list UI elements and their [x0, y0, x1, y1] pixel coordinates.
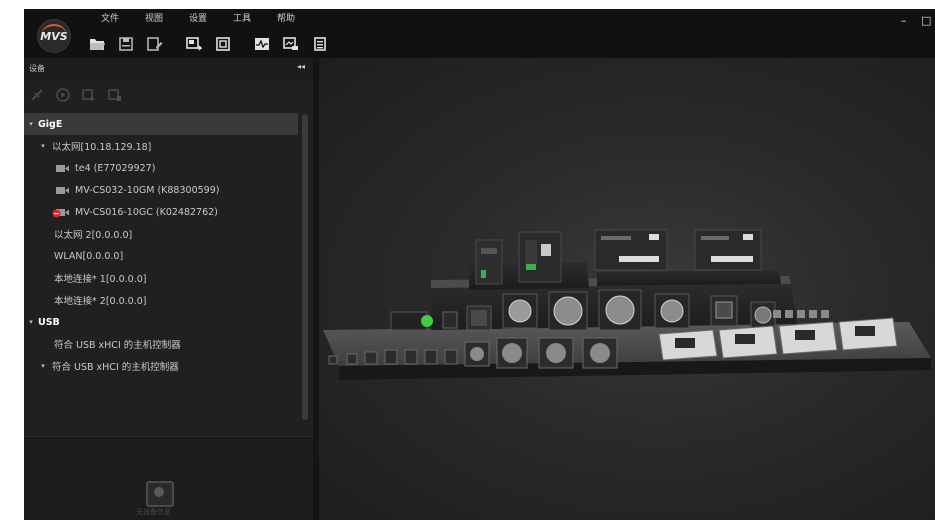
tree-item-label: MV-CS032-10GM (K88300599) — [75, 184, 220, 196]
chevron-down-icon[interactable]: ▾ — [38, 142, 48, 150]
tree-item-wlan[interactable]: WLAN[0.0.0.0] — [24, 245, 298, 267]
minimize-button[interactable]: – — [901, 15, 907, 27]
collapse-panel-button[interactable]: ◂◂ — [297, 62, 305, 71]
save-as-icon[interactable] — [146, 36, 164, 52]
tree-item-label: 本地连接* 1[0.0.0.0] — [54, 274, 147, 285]
save-icon[interactable] — [117, 36, 135, 52]
title-bar: MVS 文件 视图 设置 工具 帮助 – □ — [24, 9, 935, 58]
tree-item-label: 符合 USB xHCI 的主机控制器 — [52, 362, 179, 373]
waveform-icon[interactable] — [253, 36, 271, 52]
list-icon[interactable] — [311, 36, 329, 52]
maximize-button[interactable]: □ — [921, 15, 931, 27]
device-panel-title: 设备 — [29, 64, 45, 73]
tree-item-gige[interactable]: ▾ GigE — [24, 113, 298, 135]
menu-settings[interactable]: 设置 — [176, 12, 220, 26]
preview-area — [319, 58, 935, 520]
device-placeholder-icon — [146, 481, 174, 507]
play-icon[interactable] — [54, 86, 72, 104]
camera-error-icon — [52, 208, 70, 217]
tree-item-label: 以太网[10.18.129.18] — [52, 142, 152, 153]
menu-tools[interactable]: 工具 — [220, 12, 264, 26]
tree-item-label: 以太网 2[0.0.0.0] — [54, 230, 133, 241]
tree-item-camera-cs016[interactable]: MV-CS016-10GC (K02482762) — [24, 201, 298, 223]
tree-item-label: 本地连接* 2[0.0.0.0] — [54, 296, 147, 307]
app-logo: MVS — [37, 19, 71, 53]
folder-open-icon[interactable] — [88, 36, 106, 52]
device-panel: 设备 ◂◂ ▾ GigE ▾ 以太网[10.18.129.18] te4 (E7… — [24, 58, 313, 520]
image-monitor-icon[interactable] — [282, 36, 300, 52]
tree-item-local-2[interactable]: 本地连接* 2[0.0.0.0] — [24, 289, 298, 311]
camera-icon — [56, 164, 70, 173]
tree-item-local-1[interactable]: 本地连接* 1[0.0.0.0] — [24, 267, 298, 289]
tree-item-label: te4 (E77029927) — [75, 162, 156, 174]
disconnect-icon[interactable] — [28, 86, 46, 104]
device-tree-scrollbar[interactable] — [302, 114, 308, 420]
menu-file[interactable]: 文件 — [88, 12, 132, 26]
device-info-area: 无设备信息 — [24, 436, 313, 520]
tree-item-ethernet[interactable]: ▾ 以太网[10.18.129.18] — [24, 135, 298, 157]
tree-item-label: 符合 USB xHCI 的主机控制器 — [54, 340, 181, 351]
chevron-down-icon[interactable]: ▾ — [38, 362, 48, 370]
product-showcase-image — [323, 229, 931, 380]
main-window: MVS 文件 视图 设置 工具 帮助 – □ 设备 ◂◂ ▾ GigE ▾ 以太… — [24, 9, 935, 520]
grab-icon[interactable] — [80, 86, 98, 104]
tree-item-camera-te4[interactable]: te4 (E77029927) — [24, 157, 298, 179]
device-panel-header: 设备 ◂◂ — [24, 58, 313, 80]
device-tree: ▾ GigE ▾ 以太网[10.18.129.18] te4 (E7702992… — [24, 113, 313, 436]
tree-item-camera-cs032[interactable]: MV-CS032-10GM (K88300599) — [24, 179, 298, 201]
stop-grab-icon[interactable] — [106, 86, 124, 104]
tree-item-label: MV-CS016-10GC (K02482762) — [75, 206, 218, 218]
menu-bar: 文件 视图 设置 工具 帮助 — [88, 12, 308, 26]
toolbar — [88, 34, 340, 54]
device-toolbar — [28, 83, 132, 107]
menu-help[interactable]: 帮助 — [264, 12, 308, 26]
chevron-down-icon[interactable]: ▾ — [26, 318, 36, 326]
tree-item-usb-controller-1[interactable]: 符合 USB xHCI 的主机控制器 — [24, 333, 298, 355]
tree-item-label: WLAN[0.0.0.0] — [54, 250, 124, 262]
device-info-empty-text: 无设备信息 — [136, 508, 171, 516]
menu-view[interactable]: 视图 — [132, 12, 176, 26]
camera-icon — [56, 186, 70, 195]
tree-item-usb-controller-2[interactable]: ▾ 符合 USB xHCI 的主机控制器 — [24, 355, 298, 377]
snapshot-icon[interactable] — [214, 36, 232, 52]
tree-item-ethernet-2[interactable]: 以太网 2[0.0.0.0] — [24, 223, 298, 245]
tree-item-usb[interactable]: ▾ USB — [24, 311, 298, 333]
chevron-down-icon[interactable]: ▾ — [26, 120, 36, 128]
tree-item-label: GigE — [38, 118, 63, 130]
export-icon[interactable] — [185, 36, 203, 52]
tree-item-label: USB — [38, 316, 60, 328]
